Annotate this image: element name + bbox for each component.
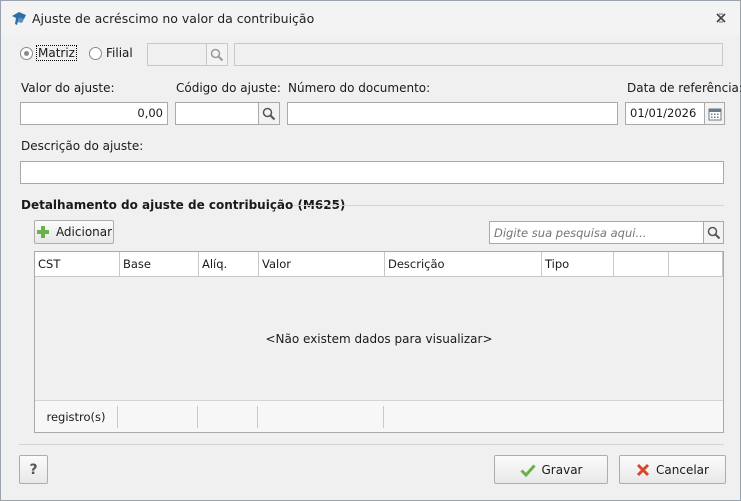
save-button-label: Gravar [541,462,583,477]
detail-grid[interactable]: CST Base Alíq. Valor Descrição Tipo <Não… [34,251,724,433]
calendar-icon [708,108,721,120]
column-header-descricao[interactable]: Descrição [385,252,542,276]
column-header-extra-1[interactable] [614,252,669,276]
column-header-tipo[interactable]: Tipo [542,252,614,276]
grid-header: CST Base Alíq. Valor Descrição Tipo [35,252,723,277]
add-button-label: Adicionar [55,225,113,239]
x-cancel-icon [636,463,650,477]
search-icon [210,48,224,61]
app-logo-icon [10,10,28,28]
codigo-ajuste-input[interactable] [175,102,259,125]
branch-name-field[interactable] [234,43,723,66]
descricao-ajuste-input[interactable] [20,161,724,184]
codigo-ajuste-label: Código do ajuste: [176,81,281,95]
search-icon [707,226,720,239]
help-button[interactable]: ? [19,455,48,484]
footer-divider [19,444,724,445]
radio-matriz-label: Matriz [36,45,77,61]
valor-ajuste-input[interactable]: 0,00 [20,102,168,125]
data-referencia-label: Data de referência: [627,81,741,95]
help-icon: ? [29,461,38,478]
column-header-cst[interactable]: CST [35,252,120,276]
title-bar: Ajuste de acréscimo no valor da contribu… [1,1,740,35]
branch-code-field[interactable] [147,43,207,66]
column-header-valor[interactable]: Valor [259,252,385,276]
add-button[interactable]: Adicionar [34,220,114,244]
section-divider [293,205,724,206]
column-header-extra-2[interactable] [669,252,723,276]
data-referencia-input[interactable]: 01/01/2026 [625,102,705,125]
empty-grid-message: <Não existem dados para visualizar> [265,332,493,346]
cancel-button-label: Cancelar [656,462,709,477]
footer-cell [258,406,384,428]
column-header-aliq[interactable]: Alíq. [199,252,259,276]
radio-filial[interactable] [89,47,102,60]
cancel-button[interactable]: Cancelar [619,455,726,484]
save-button[interactable]: Gravar [494,455,608,484]
footer-cell [118,406,198,428]
radio-matriz[interactable] [20,47,33,60]
numero-documento-input[interactable] [287,102,618,125]
calendar-button[interactable] [704,102,725,125]
grid-footer: registro(s) [35,400,723,432]
numero-documento-label: Número do documento: [288,81,431,95]
window-title: Ajuste de acréscimo no valor da contribu… [32,11,315,26]
dialog-window: Ajuste de acréscimo no valor da contribu… [0,0,741,501]
radio-filial-label: Filial [106,46,133,60]
footer-cell [198,406,258,428]
valor-ajuste-label: Valor do ajuste: [21,81,115,95]
grid-search-button[interactable] [703,221,724,244]
codigo-search-button[interactable] [258,102,280,125]
descricao-ajuste-label: Descrição do ajuste: [21,139,144,153]
branch-search-button[interactable] [206,43,228,66]
close-icon[interactable] [714,11,728,25]
plus-icon [36,225,50,239]
column-header-base[interactable]: Base [120,252,199,276]
search-icon [262,107,276,120]
search-input[interactable] [489,221,704,244]
checkmark-icon [519,463,536,477]
record-count-label: registro(s) [35,406,118,428]
